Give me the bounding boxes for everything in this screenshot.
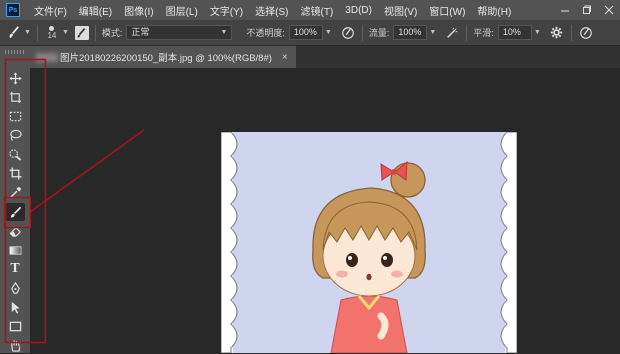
type-icon: T bbox=[10, 261, 20, 276]
menu-type[interactable]: 文字(Y) bbox=[204, 3, 249, 18]
minimize-icon[interactable] bbox=[554, 0, 576, 20]
pressure-size-icon[interactable] bbox=[578, 25, 594, 41]
crop-icon bbox=[8, 166, 22, 180]
rectangle-icon bbox=[9, 321, 21, 331]
opacity-input[interactable]: 100% bbox=[288, 25, 323, 40]
marquee-tool[interactable] bbox=[5, 107, 25, 125]
smoothing-caret-icon[interactable]: ▼ bbox=[534, 29, 541, 36]
tool-preset-brush-icon[interactable] bbox=[6, 25, 22, 41]
brush-tool[interactable] bbox=[5, 203, 25, 221]
toolbar-grip[interactable] bbox=[5, 50, 25, 54]
lasso-tool[interactable] bbox=[5, 126, 25, 144]
eyedropper-icon bbox=[9, 186, 21, 198]
opacity-caret-icon[interactable]: ▼ bbox=[325, 29, 332, 36]
smoothing-value: 10% bbox=[502, 27, 521, 37]
separator bbox=[36, 24, 38, 41]
flow-input[interactable]: 100% bbox=[393, 25, 428, 40]
brush-settings-icon[interactable] bbox=[74, 25, 89, 40]
pen-icon bbox=[10, 281, 20, 294]
mode-label: 模式: bbox=[101, 28, 123, 38]
lasso-icon bbox=[9, 129, 22, 141]
move-icon bbox=[8, 71, 22, 85]
mode-value: 正常 bbox=[131, 27, 150, 37]
eraser-icon bbox=[9, 226, 21, 237]
separator bbox=[361, 24, 363, 41]
blurred-text bbox=[36, 52, 58, 62]
opacity-label: 不透明度: bbox=[246, 28, 285, 38]
options-bar: ▼ 14 ▼ 模式: 正常 ▼ 不透明度: 100% ▼ 流量: 100% ▼ … bbox=[0, 20, 620, 46]
tab-close-icon[interactable]: × bbox=[282, 52, 288, 63]
type-tool[interactable]: T bbox=[5, 260, 25, 278]
artboard-tool[interactable] bbox=[5, 88, 25, 106]
path-selection-icon bbox=[11, 301, 20, 314]
flow-label: 流量: bbox=[368, 28, 390, 38]
toolbar: T bbox=[0, 46, 30, 353]
photoshop-logo: Ps bbox=[6, 3, 20, 17]
eyedropper-tool[interactable] bbox=[5, 183, 25, 201]
chevron-down-icon: ▼ bbox=[220, 29, 228, 36]
window-controls bbox=[554, 0, 620, 20]
rectangle-tool[interactable] bbox=[5, 317, 25, 335]
pressure-opacity-icon[interactable] bbox=[340, 25, 356, 41]
document-title: 图片20180226200150_副本.jpg @ 100%(RGB/8#) bbox=[60, 53, 272, 64]
menu-filter[interactable]: 滤镜(T) bbox=[295, 3, 340, 18]
document-canvas[interactable] bbox=[221, 132, 517, 353]
menu-3d[interactable]: 3D(D) bbox=[339, 5, 378, 16]
smoothing-label: 平滑: bbox=[473, 28, 494, 38]
menu-view[interactable]: 视图(V) bbox=[378, 3, 423, 18]
crop-tool[interactable] bbox=[5, 164, 25, 182]
eraser-tool[interactable] bbox=[5, 222, 25, 240]
menu-select[interactable]: 选择(S) bbox=[249, 3, 294, 18]
tool-preset-caret-icon[interactable]: ▼ bbox=[24, 29, 31, 36]
move-tool[interactable] bbox=[5, 69, 25, 87]
hand-tool[interactable] bbox=[5, 336, 25, 354]
airbrush-icon[interactable] bbox=[444, 25, 460, 41]
gear-icon[interactable] bbox=[549, 25, 565, 41]
quick-selection-icon bbox=[8, 148, 21, 161]
brush-preset-picker[interactable]: 14 bbox=[44, 25, 60, 40]
menu-layer[interactable]: 图层(L) bbox=[160, 3, 204, 18]
gradient-icon bbox=[9, 245, 21, 255]
artboard-icon bbox=[9, 91, 21, 103]
mode-select[interactable]: 正常 ▼ bbox=[126, 25, 233, 40]
canvas-area[interactable] bbox=[30, 68, 620, 353]
menu-help[interactable]: 帮助(H) bbox=[471, 3, 517, 18]
menu-bar: Ps 文件(F) 编辑(E) 图像(I) 图层(L) 文字(Y) 选择(S) 滤… bbox=[0, 0, 620, 20]
opacity-value: 100% bbox=[293, 27, 317, 37]
document-tab[interactable]: 图片20180226200150_副本.jpg @ 100%(RGB/8#) × bbox=[30, 46, 296, 68]
pen-tool[interactable] bbox=[5, 279, 25, 297]
close-icon[interactable] bbox=[598, 0, 620, 20]
restore-icon[interactable] bbox=[576, 0, 598, 20]
menu-file[interactable]: 文件(F) bbox=[28, 3, 73, 18]
menu-window[interactable]: 窗口(W) bbox=[423, 3, 471, 18]
flow-caret-icon[interactable]: ▼ bbox=[429, 29, 436, 36]
marquee-icon bbox=[9, 111, 21, 121]
path-selection-tool[interactable] bbox=[5, 298, 25, 316]
brush-icon bbox=[10, 206, 21, 218]
gradient-tool[interactable] bbox=[5, 241, 25, 259]
quick-selection-tool[interactable] bbox=[5, 145, 25, 163]
smoothing-input[interactable]: 10% bbox=[497, 25, 532, 40]
brush-tip-icon bbox=[49, 25, 55, 31]
brush-preset-caret-icon[interactable]: ▼ bbox=[62, 29, 69, 36]
flow-value: 100% bbox=[398, 27, 422, 37]
document-tab-bar: 图片20180226200150_副本.jpg @ 100%(RGB/8#) × bbox=[30, 46, 620, 68]
hand-icon bbox=[10, 339, 20, 352]
separator bbox=[466, 24, 468, 41]
cartoon-girl-image bbox=[221, 132, 517, 353]
brush-size-value: 14 bbox=[47, 30, 57, 40]
menu-edit[interactable]: 编辑(E) bbox=[73, 3, 118, 18]
separator bbox=[570, 24, 572, 41]
menu-image[interactable]: 图像(I) bbox=[118, 3, 159, 18]
separator bbox=[94, 24, 96, 41]
